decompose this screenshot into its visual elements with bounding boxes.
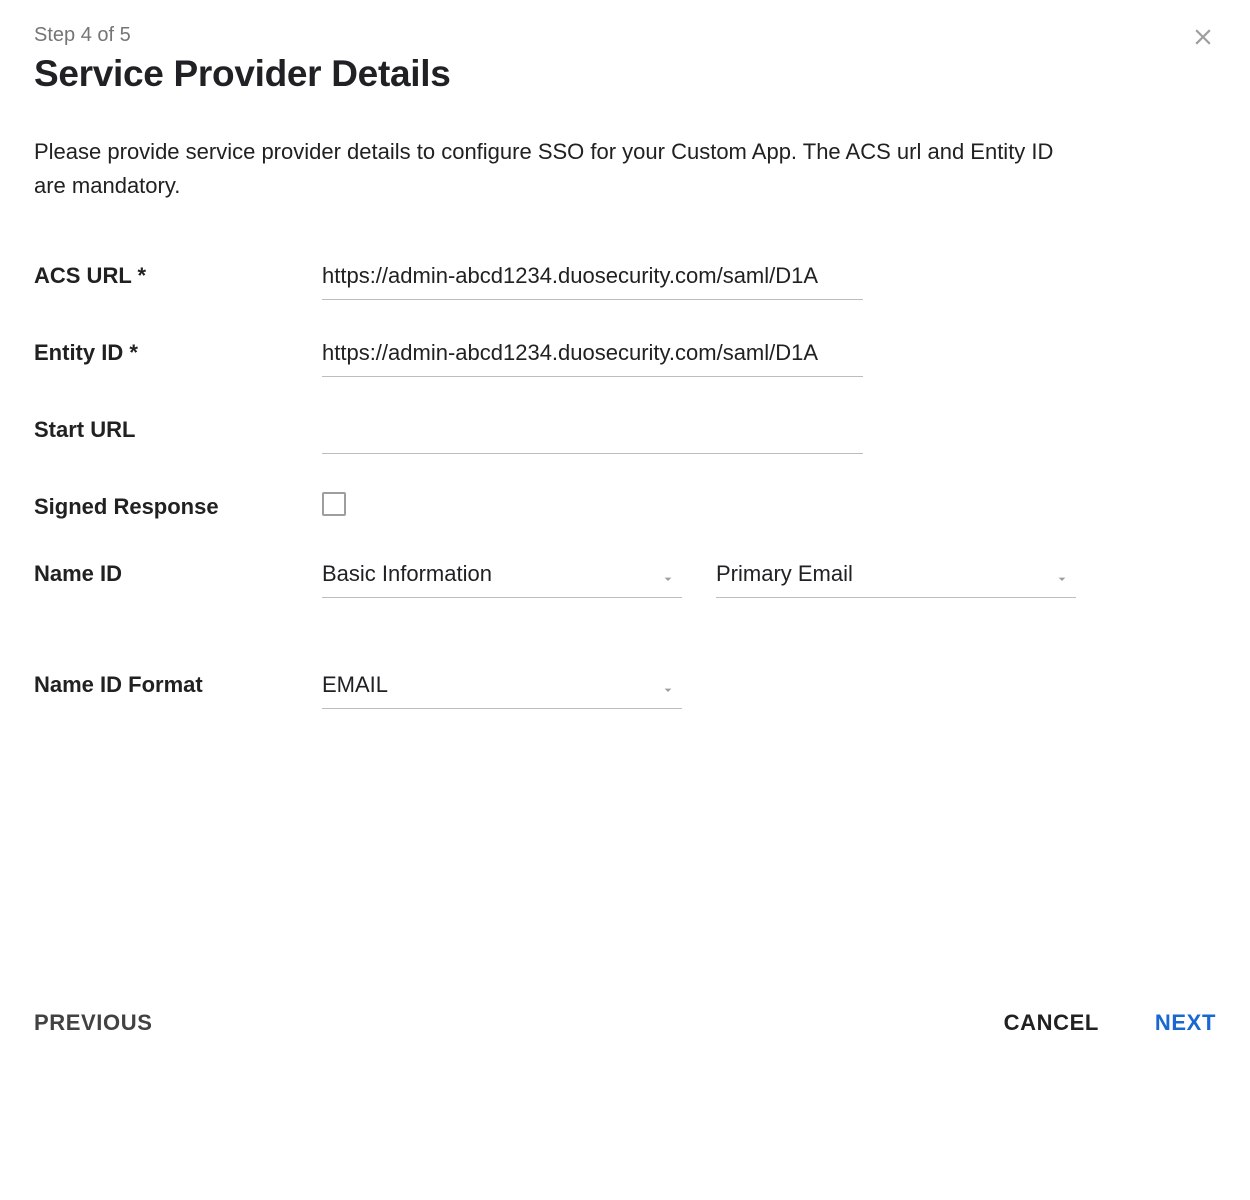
name-id-category-value: Basic Information: [322, 561, 492, 586]
entity-id-label: Entity ID *: [34, 336, 322, 366]
name-id-attribute-value: Primary Email: [716, 561, 853, 586]
start-url-label: Start URL: [34, 413, 322, 443]
chevron-down-icon: [660, 678, 676, 704]
name-id-category-select[interactable]: Basic Information: [322, 557, 682, 598]
page-title: Service Provider Details: [34, 53, 1216, 95]
name-id-label: Name ID: [34, 557, 322, 587]
name-id-format-value: EMAIL: [322, 672, 388, 697]
name-id-format-label: Name ID Format: [34, 668, 322, 698]
step-indicator: Step 4 of 5: [34, 24, 1216, 47]
close-icon: [1190, 37, 1216, 54]
close-button[interactable]: [1190, 24, 1216, 55]
name-id-attribute-select[interactable]: Primary Email: [716, 557, 1076, 598]
page-description: Please provide service provider details …: [34, 135, 1074, 203]
wizard-footer: PREVIOUS CANCEL NEXT: [0, 1010, 1250, 1036]
signed-response-checkbox[interactable]: [322, 492, 346, 516]
cancel-button[interactable]: CANCEL: [1004, 1010, 1099, 1036]
acs-url-input[interactable]: [322, 259, 863, 300]
signed-response-label: Signed Response: [34, 490, 322, 520]
start-url-input[interactable]: [322, 413, 863, 454]
next-button[interactable]: NEXT: [1155, 1010, 1216, 1036]
chevron-down-icon: [660, 567, 676, 593]
name-id-format-select[interactable]: EMAIL: [322, 668, 682, 709]
acs-url-label: ACS URL *: [34, 259, 322, 289]
chevron-down-icon: [1054, 567, 1070, 593]
entity-id-input[interactable]: [322, 336, 863, 377]
previous-button[interactable]: PREVIOUS: [34, 1010, 153, 1036]
